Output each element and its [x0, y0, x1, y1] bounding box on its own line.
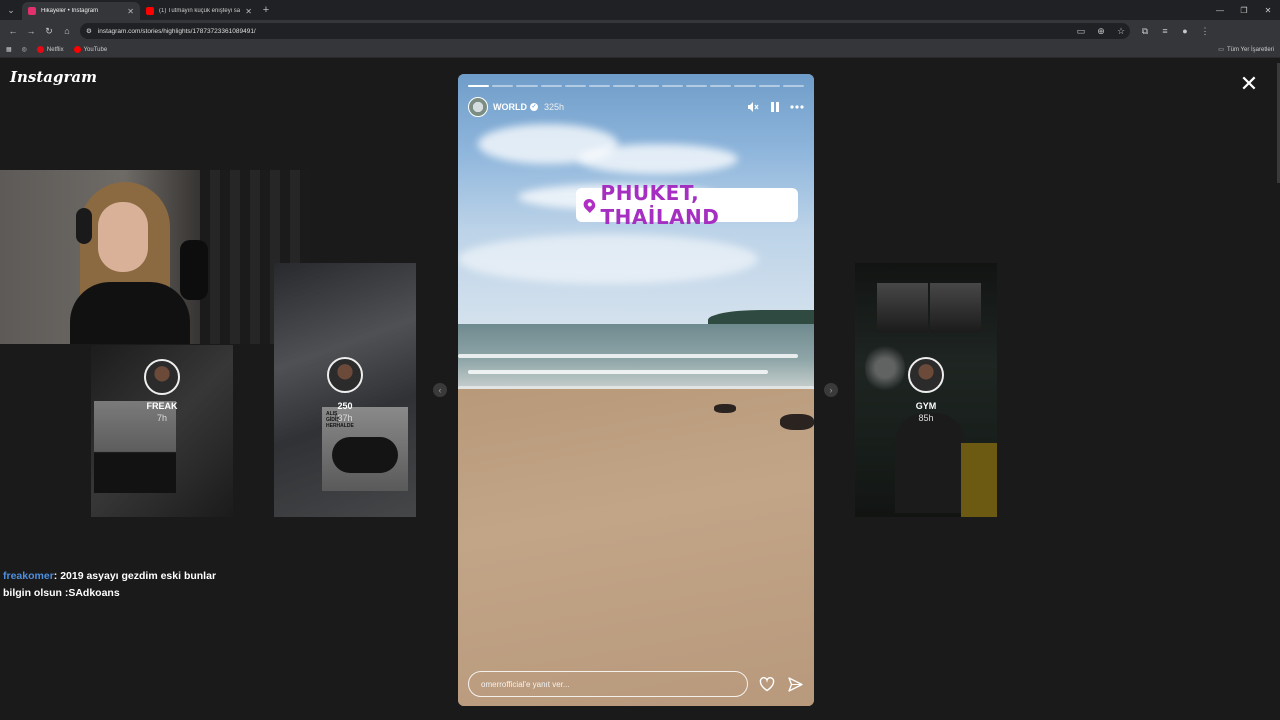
- netflix-icon: [36, 46, 44, 53]
- browser-toolbar: ← → ↻ ⌂ ⚙ instagram.com/stories/highligh…: [0, 20, 1280, 42]
- chrome-icon[interactable]: ◎: [22, 46, 27, 53]
- tab-search-icon[interactable]: ⌄: [0, 0, 22, 20]
- bookmark-youtube[interactable]: YouTube: [73, 46, 108, 53]
- window-close-icon[interactable]: ✕: [1256, 0, 1280, 20]
- extensions-icon[interactable]: ⧉: [1136, 22, 1154, 40]
- forward-icon[interactable]: →: [22, 22, 40, 40]
- story-username[interactable]: WORLD: [493, 102, 527, 112]
- headset-icon: [76, 208, 92, 244]
- chat-username: freakomer: [3, 570, 54, 582]
- webcam-overlay: [0, 170, 310, 344]
- location-text: PHUKET, THAİLAND: [600, 181, 720, 229]
- stories-viewer: Instagram ✕ FREAK 7h ALIŞ GİDİŞ HERHALDE…: [0, 59, 1280, 720]
- next-story-icon[interactable]: ›: [824, 383, 838, 397]
- active-story[interactable]: WORLD ✓ 325h PHUKET, THAİLAND: [458, 74, 814, 706]
- zoom-icon[interactable]: ⊕: [1092, 22, 1110, 40]
- story-time: 325h: [544, 102, 565, 112]
- site-info-icon[interactable]: ⚙: [86, 27, 92, 35]
- profile-avatar[interactable]: ●: [1176, 22, 1194, 40]
- new-tab-button[interactable]: +: [258, 4, 274, 16]
- location-pin-icon: [581, 197, 598, 213]
- address-bar[interactable]: ⚙ instagram.com/stories/highlights/17873…: [80, 23, 1130, 39]
- reply-input[interactable]: [468, 671, 749, 697]
- instagram-logo[interactable]: Instagram: [10, 68, 97, 86]
- bookmark-netflix[interactable]: Netflix: [36, 46, 64, 53]
- progress-segment: [710, 85, 732, 87]
- tab-title: Hikayeler • Instagram: [41, 8, 99, 14]
- bookmark-label: Netflix: [46, 46, 64, 53]
- story-avatar[interactable]: [468, 97, 488, 117]
- progress-segment: [468, 85, 490, 87]
- browser-tab-bar: ⌄ Hikayeler • Instagram ✕ (1) Tutmayın k…: [0, 0, 1280, 20]
- bookmarks-bar: ▦ ◎ Netflix YouTube ▭ Tüm Yer İşaretleri: [0, 42, 1280, 58]
- bookmark-label: YouTube: [83, 46, 108, 53]
- url-text: instagram.com/stories/highlights/1787372…: [97, 27, 256, 35]
- avatar: [144, 359, 180, 395]
- story-card-name: 250: [337, 401, 353, 411]
- bookmark-star-icon[interactable]: ☆: [1112, 22, 1130, 40]
- progress-segment: [492, 85, 514, 87]
- story-progress: [468, 85, 805, 87]
- story-header: WORLD ✓ 325h: [468, 96, 804, 118]
- avatar: [908, 357, 944, 393]
- instagram-favicon-icon: [28, 7, 36, 15]
- folder-icon: ▭: [1218, 47, 1224, 53]
- previous-story-icon[interactable]: ‹: [433, 383, 447, 397]
- tab-close-icon[interactable]: ✕: [127, 7, 134, 16]
- stream-chat-message: freakomer: 2019 asyayı gezdim eski bunla…: [3, 568, 243, 602]
- progress-segment: [589, 85, 611, 87]
- story-card-name: GYM: [915, 401, 937, 411]
- mute-icon[interactable]: [746, 100, 760, 114]
- media-icon[interactable]: ≡: [1156, 22, 1174, 40]
- youtube-favicon-icon: [146, 7, 154, 15]
- heart-icon[interactable]: [758, 675, 776, 693]
- progress-segment: [782, 85, 805, 87]
- progress-segment: [516, 85, 538, 87]
- streamer-figure: [70, 182, 190, 344]
- story-card-250[interactable]: ALIŞ GİDİŞ HERHALDE 250 37h: [274, 263, 416, 517]
- all-bookmarks-label: Tüm Yer İşaretleri: [1226, 46, 1274, 53]
- tab-instagram[interactable]: Hikayeler • Instagram ✕: [22, 2, 140, 20]
- progress-segment: [637, 85, 659, 87]
- pause-icon[interactable]: [768, 100, 782, 114]
- apps-icon[interactable]: ▦: [6, 46, 12, 53]
- minimize-icon[interactable]: —: [1208, 0, 1232, 20]
- story-card-time: 37h: [337, 413, 353, 423]
- tab-title: (1) Tutmayın küçük enişteyi saldı...: [159, 8, 241, 14]
- story-card-time: 7h: [156, 413, 167, 423]
- progress-segment: [661, 85, 683, 87]
- more-icon[interactable]: [790, 100, 804, 114]
- microphone-icon: [180, 240, 208, 300]
- story-card-name: FREAK: [146, 401, 178, 411]
- restore-icon[interactable]: ❐: [1232, 0, 1256, 20]
- reply-bar: [468, 670, 804, 698]
- window-controls: — ❐ ✕: [1208, 0, 1280, 20]
- back-icon[interactable]: ←: [4, 22, 22, 40]
- send-icon[interactable]: [786, 675, 804, 693]
- install-icon[interactable]: ▭: [1072, 22, 1090, 40]
- progress-segment: [734, 85, 756, 87]
- story-card-gym[interactable]: GYM 85h: [855, 263, 997, 517]
- close-icon[interactable]: ✕: [1238, 73, 1260, 95]
- all-bookmarks[interactable]: ▭ Tüm Yer İşaretleri: [1218, 46, 1274, 54]
- progress-segment: [540, 85, 562, 87]
- menu-icon[interactable]: ⋮: [1196, 22, 1214, 40]
- progress-segment: [758, 85, 780, 87]
- tab-youtube[interactable]: (1) Tutmayın küçük enişteyi saldı... ✕: [140, 2, 258, 20]
- story-card-freak[interactable]: FREAK 7h: [91, 345, 233, 517]
- progress-segment: [613, 85, 635, 87]
- location-sticker[interactable]: PHUKET, THAİLAND: [576, 181, 798, 229]
- youtube-icon: [73, 46, 81, 53]
- reload-icon[interactable]: ↻: [40, 22, 58, 40]
- progress-segment: [564, 85, 587, 87]
- tab-close-icon[interactable]: ✕: [245, 7, 252, 16]
- beach-sand: [458, 389, 814, 706]
- story-card-time: 85h: [918, 413, 934, 423]
- home-icon[interactable]: ⌂: [58, 22, 76, 40]
- avatar: [327, 357, 363, 393]
- progress-segment: [685, 85, 708, 87]
- verified-badge-icon: ✓: [530, 103, 538, 111]
